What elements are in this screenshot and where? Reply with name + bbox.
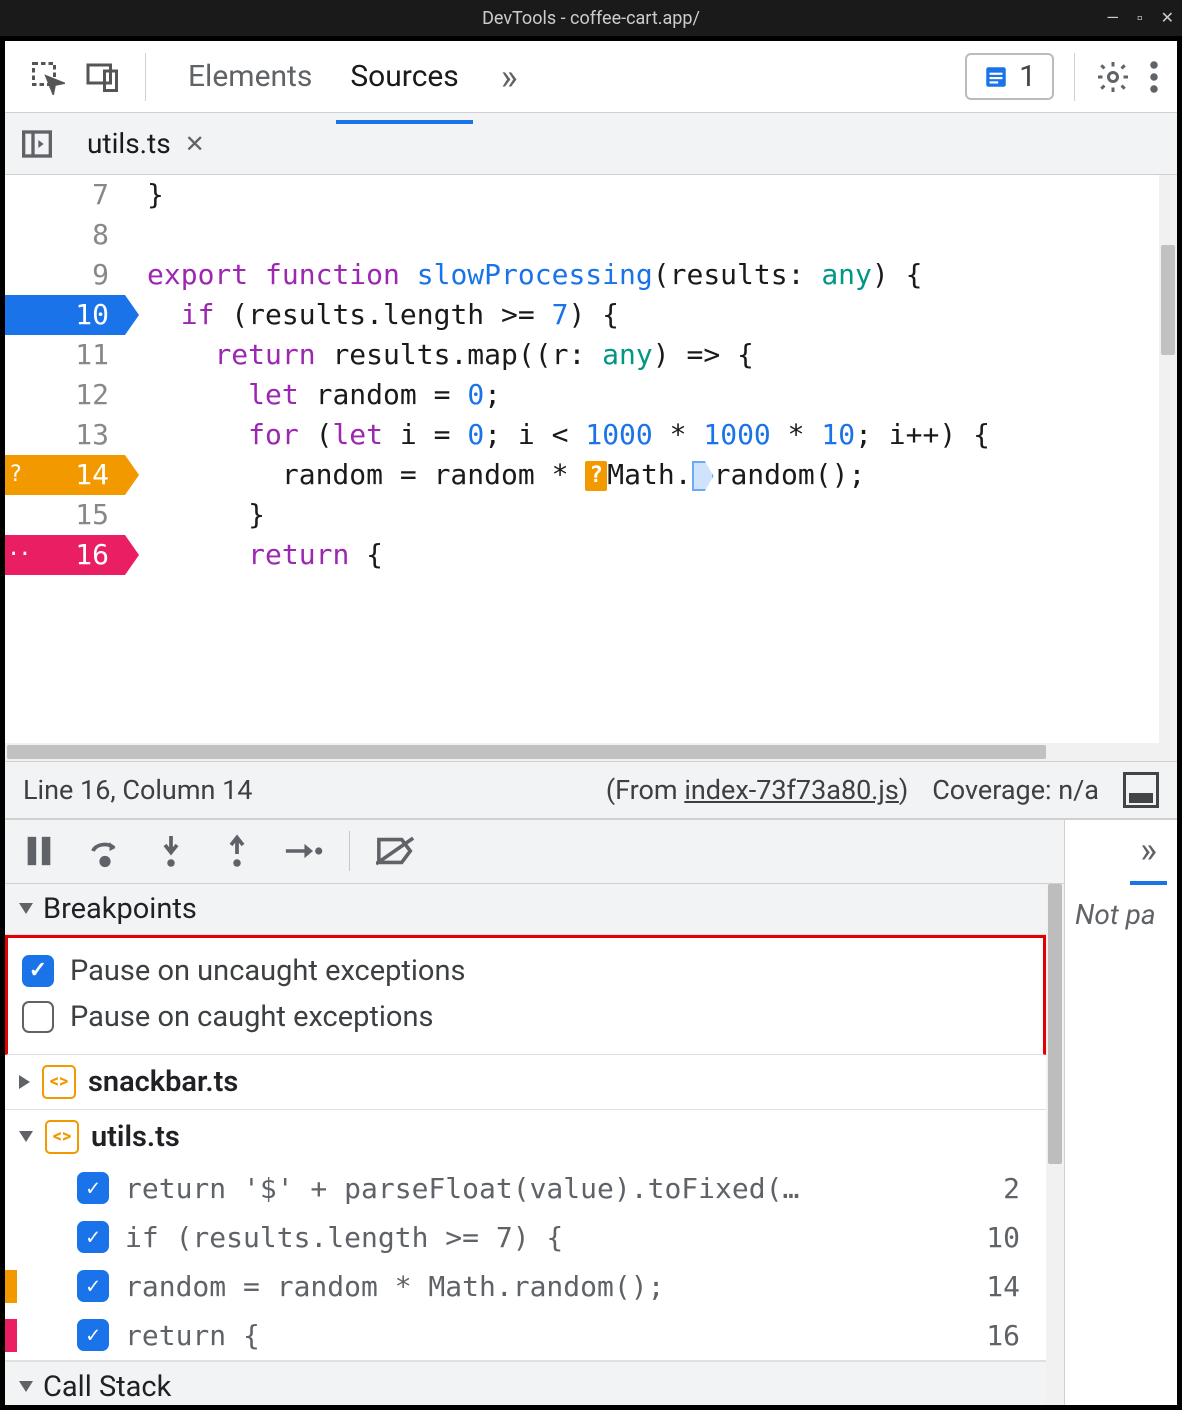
breakpoint-line: 14 bbox=[986, 1270, 1032, 1303]
breakpoint-code: random = random * Math.random(); bbox=[125, 1270, 970, 1303]
step-into-icon[interactable] bbox=[151, 831, 191, 871]
navigator-toggle-icon[interactable] bbox=[17, 124, 57, 164]
breakpoint-item[interactable]: return '$' + parseFloat(value).toFixed(…… bbox=[5, 1164, 1046, 1213]
chevron-down-icon bbox=[19, 903, 33, 914]
breakpoint-file-snackbar[interactable]: <> snackbar.ts bbox=[5, 1055, 1046, 1109]
chevron-down-icon bbox=[19, 1381, 33, 1392]
file-tab-utils[interactable]: utils.ts ✕ bbox=[81, 113, 211, 174]
code-line[interactable]: } bbox=[147, 495, 1177, 535]
divider bbox=[1074, 53, 1075, 101]
pause-caught-checkbox[interactable] bbox=[22, 1001, 54, 1033]
sourcemap-from: (From index-73f73a80.js) bbox=[606, 774, 908, 806]
step-icon[interactable] bbox=[283, 831, 323, 871]
device-toolbar-icon[interactable] bbox=[79, 53, 127, 101]
minimize-button[interactable]: — bbox=[1106, 8, 1119, 28]
line-number[interactable]: 11 bbox=[5, 335, 125, 375]
deactivate-breakpoints-icon[interactable] bbox=[376, 831, 416, 871]
code-line[interactable]: } bbox=[147, 175, 1177, 215]
script-file-icon: <> bbox=[42, 1065, 76, 1099]
file-tab-name: utils.ts bbox=[87, 127, 171, 160]
step-out-icon[interactable] bbox=[217, 831, 257, 871]
inspect-icon[interactable] bbox=[23, 53, 71, 101]
chevron-right-icon bbox=[19, 1075, 30, 1089]
breakpoint-checkbox[interactable] bbox=[77, 1270, 109, 1302]
main-toolbar: Elements Sources » 1 bbox=[5, 41, 1177, 113]
not-paused-label: Not pa bbox=[1065, 884, 1177, 945]
issue-icon bbox=[983, 64, 1009, 90]
breakpoints-section-header[interactable]: Breakpoints bbox=[5, 884, 1046, 935]
step-over-icon[interactable] bbox=[85, 831, 125, 871]
editor-vscroll[interactable] bbox=[1159, 175, 1177, 761]
breakpoint-type-indicator bbox=[5, 1270, 17, 1303]
code-line[interactable]: return { bbox=[147, 535, 1177, 575]
script-file-icon: <> bbox=[45, 1120, 79, 1154]
right-side-panel: » Not pa bbox=[1065, 820, 1177, 1406]
coverage-status: Coverage: n/a bbox=[932, 774, 1099, 806]
titlebar: DevTools - coffee-cart.app/ — ▫ ✕ bbox=[0, 0, 1182, 36]
breakpoint-code: return { bbox=[125, 1319, 970, 1352]
pause-caught-label: Pause on caught exceptions bbox=[70, 1000, 433, 1034]
window-title: DevTools - coffee-cart.app/ bbox=[0, 8, 1182, 29]
line-number[interactable]: 15 bbox=[5, 495, 125, 535]
line-number[interactable]: 10 bbox=[5, 295, 125, 335]
kebab-menu-icon[interactable] bbox=[1149, 59, 1159, 95]
issues-count: 1 bbox=[1019, 59, 1036, 94]
line-number[interactable]: 8 bbox=[5, 215, 125, 255]
breakpoint-checkbox[interactable] bbox=[77, 1319, 109, 1351]
code-line[interactable]: random = random * ?Math.random(); bbox=[147, 455, 1177, 495]
panel-vscroll[interactable] bbox=[1046, 884, 1064, 1406]
line-number[interactable]: 9 bbox=[5, 255, 125, 295]
code-line[interactable]: if (results.length >= 7) { bbox=[147, 295, 1177, 335]
exception-breakpoints-highlight: Pause on uncaught exceptions Pause on ca… bbox=[5, 935, 1046, 1055]
close-button[interactable]: ✕ bbox=[1161, 8, 1174, 28]
pause-uncaught-label: Pause on uncaught exceptions bbox=[70, 954, 465, 988]
line-number[interactable]: 12 bbox=[5, 375, 125, 415]
code-line[interactable]: return results.map((r: any) => { bbox=[147, 335, 1177, 375]
breakpoint-item[interactable]: if (results.length >= 7) { 10 bbox=[5, 1213, 1046, 1262]
breakpoint-line: 2 bbox=[1003, 1172, 1032, 1205]
settings-icon[interactable] bbox=[1095, 59, 1131, 95]
more-tabs-button[interactable]: » bbox=[501, 56, 518, 98]
pause-uncaught-checkbox[interactable] bbox=[22, 955, 54, 987]
breakpoint-code: if (results.length >= 7) { bbox=[125, 1221, 970, 1254]
code-editor[interactable]: 78910111213?1415··16 } export function sl… bbox=[5, 175, 1177, 761]
divider bbox=[349, 831, 350, 871]
issues-badge[interactable]: 1 bbox=[965, 53, 1054, 100]
chevron-down-icon bbox=[19, 1131, 33, 1142]
bottom-drawer-icon[interactable] bbox=[1123, 772, 1159, 808]
breakpoint-checkbox[interactable] bbox=[77, 1172, 109, 1204]
breakpoint-item[interactable]: random = random * Math.random(); 14 bbox=[5, 1262, 1046, 1311]
line-number[interactable]: 13 bbox=[5, 415, 125, 455]
code-line[interactable]: for (let i = 0; i < 1000 * 1000 * 10; i+… bbox=[147, 415, 1177, 455]
file-tab-bar: utils.ts ✕ bbox=[5, 113, 1177, 175]
breakpoint-type-indicator bbox=[5, 1319, 17, 1352]
line-number[interactable]: ?14 bbox=[5, 455, 125, 495]
breakpoint-checkbox[interactable] bbox=[77, 1221, 109, 1253]
tab-elements[interactable]: Elements bbox=[184, 43, 316, 110]
breakpoint-file-utils[interactable]: <> utils.ts bbox=[5, 1110, 1046, 1164]
breakpoint-line: 16 bbox=[986, 1319, 1032, 1352]
pause-icon[interactable] bbox=[19, 831, 59, 871]
breakpoint-code: return '$' + parseFloat(value).toFixed(… bbox=[125, 1172, 987, 1205]
more-tabs-button[interactable]: » bbox=[1134, 819, 1163, 885]
editor-hscroll[interactable] bbox=[5, 743, 1159, 761]
editor-status-bar: Line 16, Column 14 (From index-73f73a80.… bbox=[5, 761, 1177, 819]
sourcemap-link[interactable]: index-73f73a80.js bbox=[684, 774, 899, 806]
breakpoint-line: 10 bbox=[986, 1221, 1032, 1254]
debugger-toolbar bbox=[5, 820, 1064, 884]
code-line[interactable]: export function slowProcessing(results: … bbox=[147, 255, 1177, 295]
cursor-position: Line 16, Column 14 bbox=[23, 774, 252, 806]
callstack-section-header[interactable]: Call Stack bbox=[5, 1361, 1046, 1406]
code-line[interactable] bbox=[147, 215, 1177, 255]
breakpoint-item[interactable]: return { 16 bbox=[5, 1311, 1046, 1360]
code-line[interactable]: let random = 0; bbox=[147, 375, 1177, 415]
close-tab-icon[interactable]: ✕ bbox=[185, 130, 205, 158]
line-number[interactable]: 7 bbox=[5, 175, 125, 215]
line-number[interactable]: ··16 bbox=[5, 535, 125, 575]
maximize-button[interactable]: ▫ bbox=[1137, 8, 1143, 28]
tab-sources[interactable]: Sources bbox=[346, 43, 462, 110]
divider bbox=[145, 53, 146, 101]
